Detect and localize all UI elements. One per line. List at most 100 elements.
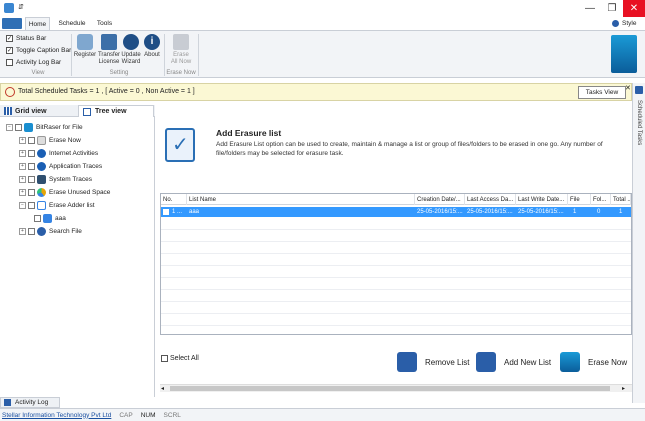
tree-view-label: Tree view [95,108,127,115]
col-creation-date[interactable]: Creation Date/... [415,194,465,205]
col-no[interactable]: No. [161,194,187,205]
row-divider [161,265,631,266]
view-tabs: Grid view Tree view [0,105,155,117]
status-scrl: SCRL [163,411,181,419]
expand-icon[interactable]: + [19,188,26,196]
horizontal-scrollbar[interactable]: ◂ ▸ [160,384,632,392]
expand-icon[interactable]: + [19,149,26,157]
page-title: Add Erasure list [216,128,282,138]
tree-child-label: aaa [55,214,66,222]
tree-item-internet-activities[interactable]: + Internet Activities [19,147,98,159]
title-bar: ⇵ — ❐ ✕ [0,0,645,17]
pie-icon [37,187,46,197]
col-total[interactable]: Total ... [611,194,631,205]
transfer-license-button[interactable]: Transfer License [97,34,121,65]
table-header: No. List Name Creation Date/... Last Acc… [161,194,631,205]
list-icon [43,213,52,223]
table-row[interactable]: 1 ... aaa 25-05-2016/15:... 25-05-2016/1… [161,207,631,217]
select-all-label: Select All [170,355,199,362]
col-list-name[interactable]: List Name [187,194,415,205]
tree-checkbox[interactable] [28,149,35,157]
col-file[interactable]: File [568,194,591,205]
tree-item-search-file[interactable]: + Search File [19,225,82,237]
collapse-icon[interactable]: − [6,123,13,131]
tree-checkbox[interactable] [34,214,41,222]
erase-all-now-button[interactable]: Erase All Now [168,34,194,65]
tree-item-label: Application Traces [49,162,103,170]
tasks-view-button[interactable]: Tasks View [578,86,626,99]
add-new-list-label: Add New List [504,357,552,367]
remove-list-button[interactable]: Remove List [397,346,471,378]
remove-list-label: Remove List [425,357,470,367]
expand-icon[interactable]: + [19,227,26,235]
row-divider [161,301,631,302]
tree-checkbox[interactable] [28,175,35,183]
clipboard-check-mark: ✓ [172,134,189,156]
computer-icon [37,174,46,184]
checkbox-icon: ✓ [6,47,13,54]
tree-checkbox[interactable] [28,201,35,209]
tree-checkbox[interactable] [28,162,35,170]
toggle-caption-bar-checkbox[interactable]: ✓ Toggle Caption Bar [6,45,71,56]
col-last-access[interactable]: Last Access Da... [465,194,516,205]
ribbon-tab-row: Home Schedule Tools Style [0,17,645,30]
tab-schedule[interactable]: Schedule [55,17,89,30]
status-bar-checkbox[interactable]: ✓ Status Bar [6,33,46,44]
tree-item-erase-now[interactable]: + Erase Now [19,134,81,146]
notification-text: Total Scheduled Tasks = 1 , [ Active = 0… [18,88,195,95]
activity-log-bar-checkbox[interactable]: Activity Log Bar [6,57,61,68]
minimize-button[interactable]: — [579,0,601,17]
style-menu[interactable]: Style [622,20,636,27]
col-folder[interactable]: Fol... [591,194,611,205]
tree-checkbox[interactable] [28,188,35,196]
expand-icon[interactable]: + [19,136,26,144]
tree-root[interactable]: − BitRaser for File [6,121,83,133]
scroll-left-icon[interactable]: ◂ [161,385,164,392]
about-button[interactable]: i About [142,34,162,59]
tree-item-system-traces[interactable]: + System Traces [19,173,92,185]
company-link[interactable]: Stellar Information Technology Pvt Ltd [2,412,111,419]
erase-now-icon [37,135,46,145]
expand-icon[interactable]: + [19,175,26,183]
erase-now-button[interactable]: Erase Now [560,346,632,378]
bitraser-icon [24,122,33,132]
tab-tools[interactable]: Tools [92,17,117,30]
tree-checkbox[interactable] [28,136,35,144]
quick-access-dropdown[interactable]: ⇵ [18,3,24,11]
log-icon [4,399,11,406]
activity-log-tab[interactable]: Activity Log [0,397,60,408]
about-label: About [144,52,160,58]
tree-checkbox[interactable] [15,123,22,131]
group-divider [71,34,72,76]
update-label: Update Wizard [121,52,141,65]
add-new-list-button[interactable]: Add New List [476,346,556,378]
grid-icon [4,107,12,115]
col-last-write[interactable]: Last Write Date... [516,194,568,205]
notification-close-icon[interactable]: ✕ [625,84,631,92]
tree-child-aaa[interactable]: aaa [34,212,66,224]
tree-item-label: Internet Activities [49,149,99,157]
tree-item-erasure-list[interactable]: − Erase Adder list [19,199,95,211]
tab-home[interactable]: Home [25,17,50,30]
row-checkbox[interactable] [163,209,169,215]
side-panel-label: Scheduled Tasks [636,100,642,146]
scroll-thumb[interactable] [170,386,610,391]
tree-item-erase-unused-space[interactable]: + Erase Unused Space [19,186,110,198]
row-divider [161,313,631,314]
close-button[interactable]: ✕ [623,0,645,17]
register-button[interactable]: Register [74,34,96,59]
erasure-list-table: No. List Name Creation Date/... Last Acc… [160,193,632,335]
collapse-icon[interactable]: − [19,201,26,209]
tree-checkbox[interactable] [28,227,35,235]
tree-item-application-traces[interactable]: + Application Traces [19,160,102,172]
select-all-checkbox[interactable]: Select All [161,355,199,362]
checkbox-icon: ✓ [6,35,13,42]
file-menu-icon[interactable] [2,18,22,29]
scroll-right-icon[interactable]: ▸ [622,385,625,392]
tab-tree-view[interactable]: Tree view [78,105,154,117]
update-wizard-button[interactable]: Update Wizard [120,34,142,65]
restore-button[interactable]: ❐ [601,0,623,17]
tree-item-label: Erase Unused Space [49,188,111,196]
expand-icon[interactable]: + [19,162,26,170]
tab-grid-view[interactable]: Grid view [4,105,76,117]
